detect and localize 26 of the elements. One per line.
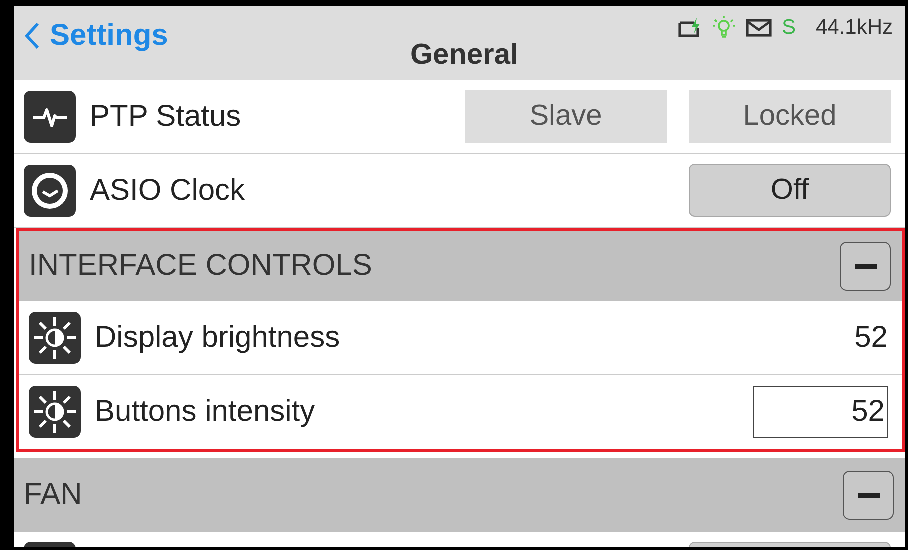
section-title: INTERFACE CONTROLS bbox=[29, 249, 372, 283]
collapse-button[interactable] bbox=[840, 242, 891, 290]
status-value: Locked bbox=[689, 90, 891, 143]
battery-charging-icon bbox=[678, 18, 702, 38]
chevron-left-icon bbox=[24, 22, 40, 50]
minus-icon bbox=[854, 264, 876, 268]
toggle-button[interactable]: Off bbox=[689, 164, 891, 217]
setting-label: PTP Status bbox=[90, 100, 242, 134]
status-value: Slave bbox=[465, 90, 667, 143]
brightness-icon bbox=[29, 312, 81, 364]
section-title: FAN bbox=[24, 478, 82, 512]
clock-icon bbox=[24, 164, 76, 216]
status-indicator: S bbox=[782, 16, 796, 40]
setting-label: Display brightness bbox=[95, 320, 342, 354]
lightbulb-icon bbox=[712, 15, 736, 41]
setting-label: Buttons intensity bbox=[95, 395, 316, 429]
collapse-button[interactable] bbox=[843, 470, 894, 520]
value-field[interactable]: 52 bbox=[753, 386, 888, 438]
brightness-icon bbox=[29, 386, 81, 438]
sample-rate: 44.1kHz bbox=[816, 16, 893, 40]
page-title: General bbox=[410, 39, 518, 72]
mail-icon bbox=[746, 19, 772, 37]
minus-icon bbox=[858, 492, 880, 498]
pulse-icon bbox=[24, 90, 76, 142]
setting-value: 52 bbox=[854, 320, 888, 354]
setting-label: ASIO Clock bbox=[90, 174, 246, 208]
